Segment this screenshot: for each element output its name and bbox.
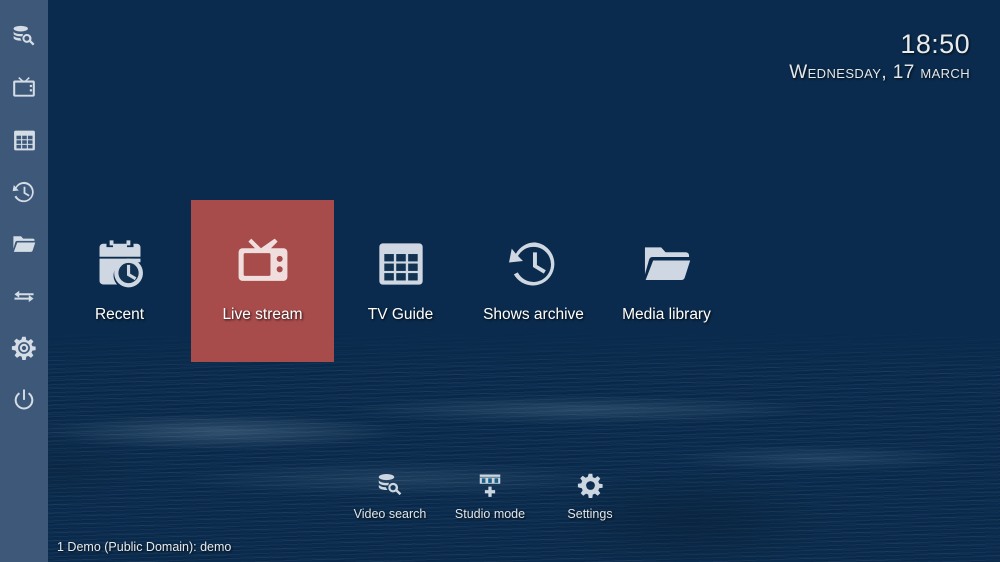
menu-item-shows-archive[interactable]: Shows archive <box>467 200 600 362</box>
menu-item-tv-guide[interactable]: TV Guide <box>334 200 467 362</box>
grid-table-icon <box>375 236 427 292</box>
menu-item-label: Media library <box>622 306 711 323</box>
power-icon <box>11 387 37 413</box>
sub-menu-item-video-search[interactable]: Video search <box>340 470 440 521</box>
sub-menu-item-label: Studio mode <box>454 507 526 521</box>
menu-item-label: Live stream <box>222 306 303 323</box>
folder-open-icon <box>640 236 694 292</box>
sidebar-item-switch[interactable] <box>0 270 48 322</box>
sidebar-item-media-library[interactable] <box>0 218 48 270</box>
sidebar-item-tv-guide[interactable] <box>0 114 48 166</box>
sub-menu: Video search Studio mode Settings <box>340 470 680 532</box>
clock-widget: 18:50 Wednesday, 17 March <box>789 30 970 84</box>
menu-item-media-library[interactable]: Media library <box>600 200 733 362</box>
sidebar <box>0 0 48 562</box>
sub-menu-item-label: Settings <box>567 507 613 521</box>
menu-item-live-stream[interactable]: Live stream <box>191 200 334 362</box>
database-search-icon <box>376 470 404 500</box>
menu-item-label: Shows archive <box>483 306 584 323</box>
database-search-icon <box>11 23 37 49</box>
status-bar: 1 Demo (Public Domain): demo <box>57 540 232 554</box>
menu-item-label: TV Guide <box>367 306 434 323</box>
main-menu: Recent Live stream TV Guide Shows archiv… <box>48 200 1000 362</box>
sidebar-item-settings[interactable] <box>0 322 48 374</box>
clock-time: 18:50 <box>900 29 970 59</box>
history-clock-icon <box>507 236 561 292</box>
sub-menu-item-label: Video search <box>353 507 427 521</box>
television-icon <box>11 75 37 101</box>
sidebar-item-video-search[interactable] <box>0 10 48 62</box>
gear-icon <box>577 470 604 500</box>
history-clock-icon <box>11 179 37 205</box>
film-strip-plus-icon <box>476 470 504 500</box>
kodi-home-screen: 18:50 Wednesday, 17 March Recent <box>0 0 1000 562</box>
swap-arrows-icon <box>11 283 37 309</box>
sidebar-item-live-tv[interactable] <box>0 62 48 114</box>
retro-tv-icon <box>234 236 292 292</box>
calendar-clock-icon <box>93 236 147 292</box>
menu-item-recent[interactable]: Recent <box>48 200 191 362</box>
grid-table-icon <box>12 128 37 153</box>
sub-menu-item-studio-mode[interactable]: Studio mode <box>440 470 540 521</box>
sidebar-item-power[interactable] <box>0 374 48 426</box>
gear-icon <box>11 335 37 361</box>
sub-menu-item-settings[interactable]: Settings <box>540 470 640 521</box>
sidebar-item-shows-archive[interactable] <box>0 166 48 218</box>
folder-open-icon <box>11 231 37 257</box>
menu-item-label: Recent <box>94 306 145 323</box>
clock-date: Wednesday, 17 March <box>789 62 970 84</box>
